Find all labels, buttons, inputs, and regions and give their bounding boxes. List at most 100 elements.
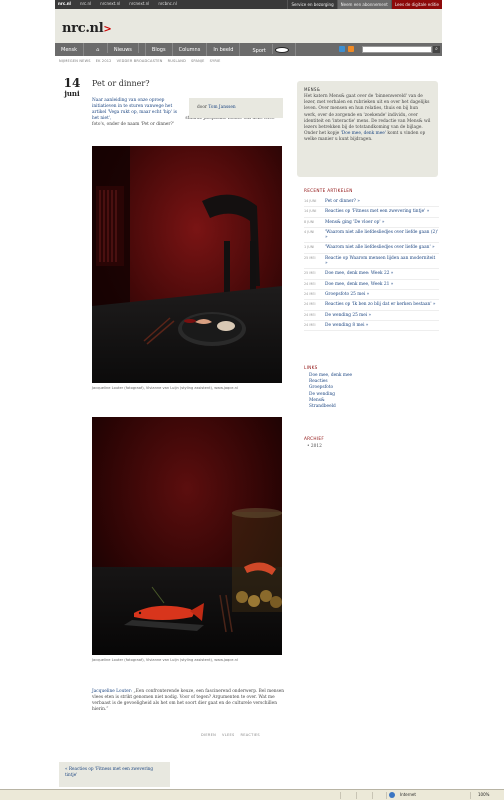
page: nrc.nl nrc.nl nrcnext.nl nrcnext.nl nrcb… [55, 0, 442, 787]
article-link[interactable]: Reacties op 'Fitness met een zwevering t… [325, 209, 429, 214]
search-button[interactable]: ⌕ [433, 46, 440, 53]
status-divider [386, 792, 387, 799]
nav-item-sport[interactable]: Sport [240, 43, 296, 56]
digital-edition-link[interactable]: Lees de digitale editie [390, 0, 442, 9]
tag-link[interactable]: REACTIES [241, 733, 260, 737]
photo-1-image [92, 146, 282, 383]
article-date: 25 MEI [304, 255, 316, 260]
logo-arrow-icon: > [103, 24, 112, 35]
top-bar: nrc.nl nrc.nl nrcnext.nl nrcnext.nl nrcb… [55, 0, 442, 9]
post-quote: Jacqueline Louter: „Een confronterende k… [92, 689, 288, 713]
links-heading: LINKS [304, 365, 318, 370]
site-link[interactable]: nrcnext.nl [100, 1, 120, 6]
list-item: 24 MEI Groepsfoto 25 mei » [304, 290, 439, 301]
football-icon [274, 47, 289, 53]
article-link[interactable]: Mens& ging 'De vloer op' » [325, 220, 385, 225]
nav-item-blogs[interactable]: Blogs [146, 43, 173, 56]
article-date: 14 JUNI [304, 199, 317, 203]
intro-link[interactable]: Naar aanleiding van onze oproep initiati… [92, 98, 184, 122]
photo-pet-or-dinner-2[interactable] [92, 417, 282, 655]
topic-link[interactable]: SPANJE [191, 59, 205, 63]
status-divider [470, 792, 471, 799]
nav-item-columns[interactable]: Columns [173, 43, 208, 56]
tag-link[interactable]: VLEES [222, 733, 235, 737]
list-item: 24 MEI De wending 25 mei » [304, 311, 439, 321]
status-divider [372, 792, 373, 799]
list-item: 1 JUNI 'Waarom niet alle liefdesliedjes o… [304, 243, 439, 254]
photo-1-caption: Jacqueline Louter (fotograaf), Vivianne … [92, 386, 238, 390]
author-prefix: door [197, 105, 207, 110]
masthead: nrc.nl> [55, 9, 442, 43]
topic-link[interactable]: EK 2012 [96, 59, 112, 63]
nav-item-mensk[interactable]: Mensk [55, 43, 85, 56]
article-link[interactable]: Groepsfoto 25 mei » [325, 292, 369, 297]
site-link[interactable]: nrcbnc.nl [158, 1, 176, 6]
article-date: 1 JUNI [304, 245, 315, 250]
search-input[interactable] [362, 46, 432, 53]
site-links: nrc.nl nrc.nl nrcnext.nl nrcnext.nl nrcb… [58, 1, 177, 6]
recent-articles-heading: RECENTE ARTIKELEN [304, 188, 353, 193]
list-item: 4 JUNI 'Waarom niet alle liefdesliedjes o… [304, 228, 439, 244]
top-actions: Service en bezorging Neem een abonnement… [287, 0, 442, 9]
topic-link[interactable]: SYRIE [210, 59, 221, 63]
author-box: door Tom Janssen [189, 98, 283, 118]
list-item: 8 JUNI Mens& ging 'De vloer op' » [304, 218, 439, 228]
about-box-title: MENS& [304, 87, 321, 92]
nav-item-nieuws[interactable]: ⌂ Nieuws [84, 43, 146, 56]
links-list: Doe mee, denk mee Reacties Groepsfoto De… [309, 373, 352, 410]
site-link[interactable]: nrc.nl [58, 1, 71, 6]
article-date: 24 MEI [304, 312, 316, 317]
tag-link[interactable]: DIEREN [201, 733, 216, 737]
quote-author-link[interactable]: Jacqueline Louter: [92, 689, 132, 694]
recent-articles-list: 14 JUNI Pet or dinner? » 14 JUNI Reacties … [304, 197, 439, 332]
list-item: 25 MEI Reactie op Waarom mensen lijden aa… [304, 254, 439, 270]
main-nav: Mensk ⌂ Nieuws Blogs Columns In beeld Sp… [55, 43, 442, 56]
service-link[interactable]: Service en bezorging [287, 0, 336, 9]
article-date: 24 MEI [304, 291, 316, 296]
list-item: 24 MEI De wending 8 mei » [304, 321, 439, 332]
photo-2-caption: Jacqueline Louter (fotograaf), Vivianne … [92, 658, 238, 662]
article-link[interactable]: De wending 25 mei » [325, 313, 371, 318]
social-icons [339, 46, 354, 52]
site-link[interactable]: nrc.nl [80, 1, 91, 6]
article-link[interactable]: Doe mee, denk mee, Week 21 » [325, 282, 393, 287]
rss-icon[interactable] [348, 46, 354, 52]
article-link[interactable]: 'Waarom niet alle liefdesliedjes over li… [325, 230, 439, 241]
article-link[interactable]: Doe mee, denk mee: Week 22 » [325, 271, 393, 276]
topic-link[interactable]: VEDDER BROADCASTEN [117, 59, 163, 63]
site-link[interactable]: nrcnext.nl [129, 1, 149, 6]
article-link[interactable]: 'Waarom niet alle liefdesliedjes over li… [325, 245, 435, 250]
list-item: 24 MEI Doe mee, denk mee, Week 21 » [304, 280, 439, 290]
article-date: 8 JUNI [304, 219, 315, 224]
internet-zone-icon [389, 792, 395, 798]
author-link[interactable]: Tom Janssen [208, 105, 235, 110]
subscribe-link[interactable]: Neem een abonnement [336, 0, 391, 9]
list-item: 14 JUNI Reacties op 'Fitness met een zwev… [304, 207, 439, 218]
list-item: 24 MEI Reacties op 'Ik ben zo blij dat er… [304, 300, 439, 311]
zoom-level[interactable]: 100% [478, 792, 489, 797]
article-link[interactable]: Reactie op Waarom mensen lijden aan mode… [325, 256, 439, 267]
list-item: 25 MEI Doe mee, denk mee: Week 22 » [304, 269, 439, 280]
sidebar-link[interactable]: Strandbeeld [309, 404, 352, 410]
archive-year-link[interactable]: 2012 [311, 444, 322, 449]
nav-item-in-beeld[interactable]: In beeld [207, 43, 241, 56]
status-divider [356, 792, 357, 799]
article-date: 24 MEI [304, 302, 316, 307]
article-link[interactable]: Reacties op 'Ik ben zo blij dat er kerke… [325, 302, 436, 307]
about-box-link[interactable]: 'Doe mee, denk mee' [341, 131, 386, 136]
photo-pet-or-dinner-1[interactable] [92, 146, 282, 383]
topic-link[interactable]: RUSLAND [168, 59, 186, 63]
post-day: 14 [63, 76, 81, 90]
security-zone: Internet [400, 792, 416, 797]
site-logo[interactable]: nrc.nl> [62, 21, 112, 36]
about-box-text: Het katern Mens& gaat over de 'binnenwer… [304, 94, 431, 137]
topic-link[interactable]: NIJMEGEN NEWS [59, 59, 91, 63]
previous-post-link[interactable]: « Reacties op 'Fitness met een zwevering… [59, 762, 170, 787]
post-tags: DIEREN VLEES REACTIES [201, 733, 260, 737]
twitter-icon[interactable] [339, 46, 345, 52]
logo-text: nrc.nl [62, 21, 104, 36]
post-title: Pet or dinner? [92, 79, 150, 88]
list-item: 14 JUNI Pet or dinner? » [304, 197, 439, 208]
article-link[interactable]: De wending 8 mei » [325, 323, 368, 328]
article-link[interactable]: Pet or dinner? » [325, 199, 360, 204]
